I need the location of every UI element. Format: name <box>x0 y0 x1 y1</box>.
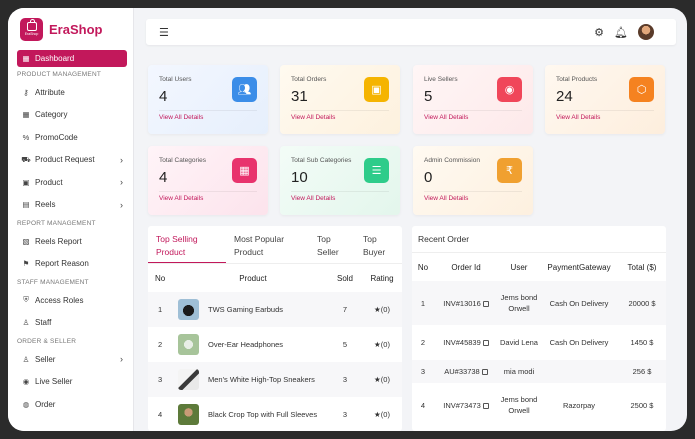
products-table-header: No Product Sold Rating <box>155 273 394 283</box>
card-admin-commission: Admin Commission 0 View All Details ₹ <box>413 146 533 215</box>
logo-icon: EraShop <box>20 17 43 41</box>
product-image <box>178 404 199 425</box>
card-total-categories: Total Categories 4 View All Details ▦ <box>148 146 268 215</box>
tab-top-selling-product[interactable]: Top Selling Product <box>148 226 226 263</box>
sidebar-item-category[interactable]: ▦ Category <box>8 104 133 127</box>
bell-icon[interactable]: 🔔︎ <box>614 26 628 39</box>
table-icon: ▦ <box>22 110 30 120</box>
section-staff-management: STAFF MANAGEMENT <box>17 278 89 286</box>
view-details-link[interactable]: View All Details <box>159 195 203 202</box>
chevron-right-icon: › <box>120 199 123 210</box>
sidebar: EraShop EraShop ▦ Dashboard PRODUCT MANA… <box>8 8 134 431</box>
avatar[interactable] <box>638 24 654 40</box>
table-row[interactable]: 4 Black Crop Top with Full Sleeves 3 ★(0… <box>148 397 402 431</box>
sidebar-item-promocode[interactable]: % PromoCode <box>8 126 133 149</box>
section-order-seller: ORDER & SELLER <box>17 337 77 345</box>
product-image <box>178 334 199 355</box>
card-total-users: Total Users 4 View All Details 👥︎ <box>148 65 268 134</box>
product-image <box>178 299 199 320</box>
orders-table-header: No Order Id User PaymentGateway Total ($… <box>417 262 657 272</box>
card-total-sub-categories: Total Sub Categories 10 View All Details… <box>280 146 400 215</box>
card-total-products: Total Products 24 View All Details ⬡ <box>545 65 665 134</box>
sidebar-item-order[interactable]: ◍ Order <box>8 393 133 416</box>
table-row[interactable]: 3 Men's White High-Top Sneakers 3 ★(0) <box>148 362 402 397</box>
sidebar-item-dashboard[interactable]: ▦ Dashboard <box>17 50 127 67</box>
dashboard-icon: ▦ <box>22 54 30 63</box>
user-icon: ♙ <box>22 354 30 364</box>
table-row[interactable]: 4 INV#73473 Jems bond Orwell Razorpay 25… <box>412 383 666 427</box>
copy-icon[interactable] <box>482 402 489 409</box>
table-row[interactable]: 1 INV#13016 Jems bond Orwell Cash On Del… <box>412 281 666 325</box>
view-details-link[interactable]: View All Details <box>291 114 335 121</box>
table-row[interactable]: 1 TWS Gaming Earbuds 7 ★(0) <box>148 292 402 327</box>
card-live-sellers: Live Sellers 5 View All Details ◉ <box>413 65 533 134</box>
sidebar-item-reels-report[interactable]: ▧ Reels Report <box>8 230 133 253</box>
shield-icon: ⛨ <box>23 295 29 305</box>
table-row[interactable]: 2 Over-Ear Headphones 5 ★(0) <box>148 327 402 362</box>
cart-icon: ⛟ <box>21 154 31 164</box>
view-details-link[interactable]: View All Details <box>159 114 203 121</box>
bag-icon: ▣ <box>22 177 30 187</box>
report-icon: ▧ <box>22 236 30 246</box>
rupee-icon: ₹ <box>497 158 522 183</box>
sidebar-item-product-request[interactable]: ⛟ Product Request › <box>8 149 133 172</box>
flag-icon: ⚑ <box>22 259 30 269</box>
tab-most-popular-product[interactable]: Most Popular Product <box>226 226 309 263</box>
copy-icon[interactable] <box>482 300 489 307</box>
staff-icon: ♙ <box>22 318 30 328</box>
copy-icon[interactable] <box>481 369 488 375</box>
view-details-link[interactable]: View All Details <box>424 114 468 121</box>
table-row[interactable]: 3 AU#33738 mia modi 256 $ <box>412 360 666 383</box>
product-image <box>178 369 199 390</box>
chevron-right-icon: › <box>120 354 123 365</box>
hamburger-icon[interactable]: ☰ <box>159 26 169 39</box>
app-window: EraShop EraShop ▦ Dashboard PRODUCT MANA… <box>8 8 687 431</box>
sidebar-item-staff[interactable]: ♙ Staff <box>8 312 133 335</box>
view-details-link[interactable]: View All Details <box>291 195 335 202</box>
sidebar-item-report-reason[interactable]: ⚑ Report Reason <box>8 253 133 276</box>
panel-title: Recent Order <box>412 226 666 253</box>
broadcast-icon: ◉ <box>497 77 522 102</box>
sidebar-item-seller[interactable]: ♙ Seller › <box>8 348 133 371</box>
chevron-right-icon: › <box>120 177 123 188</box>
section-report-management: REPORT MANAGEMENT <box>17 219 96 227</box>
gear-icon[interactable]: ⚙ <box>594 26 604 39</box>
sidebar-item-reels[interactable]: ▤ Reels › <box>8 194 133 217</box>
sidebar-item-access-roles[interactable]: ⛨ Access Roles <box>8 289 133 312</box>
broadcast-icon: ◉ <box>22 377 30 387</box>
film-icon: ▤ <box>22 200 30 210</box>
app-name: EraShop <box>49 21 103 37</box>
key-icon: ⚷ <box>23 87 29 97</box>
copy-icon[interactable] <box>482 340 489 346</box>
brand[interactable]: EraShop EraShop <box>8 8 133 50</box>
products-tabs: Top Selling Product Most Popular Product… <box>148 226 402 264</box>
list-icon: ☰ <box>364 158 389 183</box>
table-row[interactable]: 2 INV#45839 David Lena Cash On Delivery … <box>412 325 666 360</box>
percent-icon: % <box>22 132 30 142</box>
card-total-orders: Total Orders 31 View All Details ▣ <box>280 65 400 134</box>
products-panel: Top Selling Product Most Popular Product… <box>148 226 402 431</box>
recent-orders-panel: Recent Order No Order Id User PaymentGat… <box>412 226 666 431</box>
sidebar-item-attribute[interactable]: ⚷ Attribute <box>8 81 133 104</box>
view-details-link[interactable]: View All Details <box>556 114 600 121</box>
tab-top-buyer[interactable]: Top Buyer <box>355 226 401 263</box>
users-icon: 👥︎ <box>232 77 257 102</box>
view-details-link[interactable]: View All Details <box>424 195 468 202</box>
top-bar: ☰ ⚙ 🔔︎ <box>146 19 676 45</box>
sidebar-item-live-seller[interactable]: ◉ Live Seller <box>8 371 133 394</box>
order-icon: ◍ <box>22 399 30 409</box>
box-icon: ⬡ <box>629 77 654 102</box>
section-product-management: PRODUCT MANAGEMENT <box>17 70 102 78</box>
chevron-right-icon: › <box>120 154 123 165</box>
sidebar-item-product[interactable]: ▣ Product › <box>8 171 133 194</box>
bag-icon: ▣ <box>364 77 389 102</box>
tab-top-seller[interactable]: Top Seller <box>309 226 355 263</box>
grid-icon: ▦ <box>232 158 257 183</box>
